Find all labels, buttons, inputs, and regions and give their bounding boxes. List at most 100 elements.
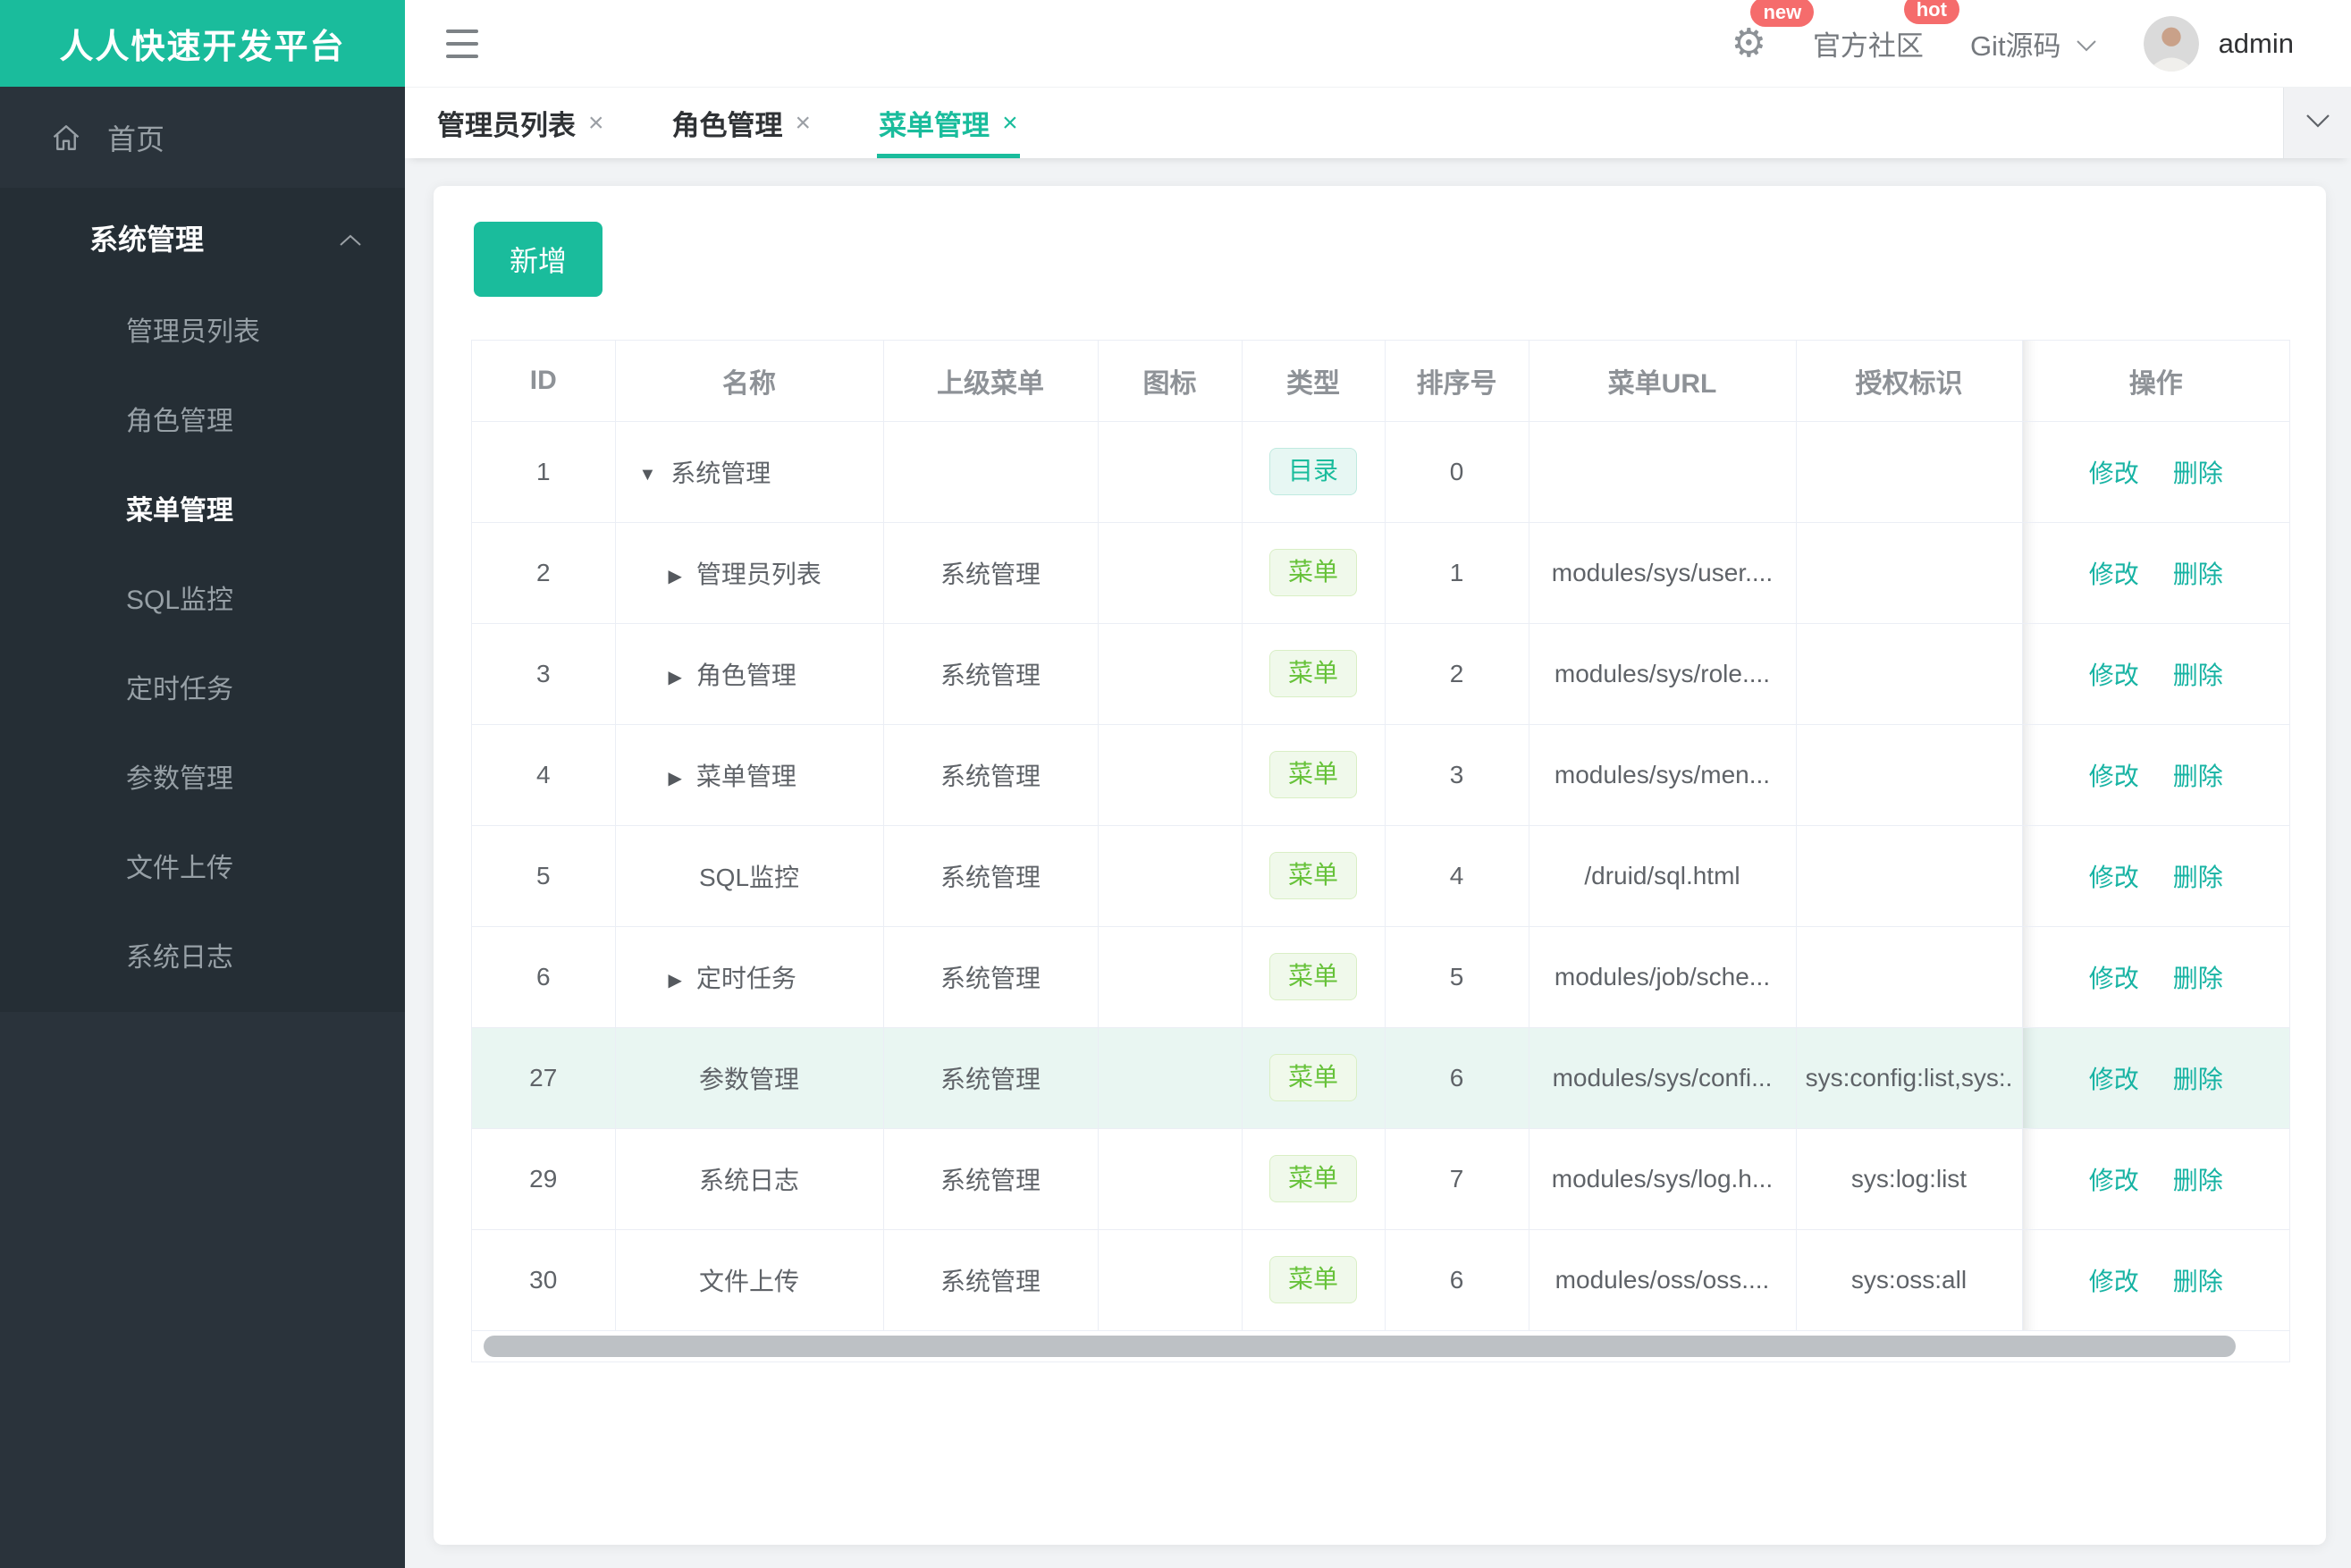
menu-name-label: 管理员列表 — [695, 560, 822, 588]
delete-link[interactable]: 删除 — [2173, 763, 2223, 790]
sidebar-item-2[interactable]: 菜单管理 — [0, 467, 405, 556]
cell-icon — [1098, 1027, 1243, 1129]
active-tab-underline — [877, 154, 1020, 158]
cell-parent-menu: 系统管理 — [883, 1128, 1099, 1230]
edit-link[interactable]: 修改 — [2089, 1066, 2139, 1093]
sidebar-item-3[interactable]: SQL监控 — [0, 556, 405, 645]
sidebar: 人人快速开发平台 首页 系统管理 管理员列表 角色管理 菜单管理 SQL监控 定时任务参… — [0, 0, 405, 1568]
avatar — [2143, 15, 2199, 72]
table-row[interactable]: 6 ▶ 定时任务 系统管理 菜单 5 modules/job/sche... 修改 删除 — [472, 926, 2289, 1028]
sidebar-item-home[interactable]: 首页 — [0, 87, 405, 188]
menu-name-label: 文件上传 — [698, 1267, 799, 1295]
edit-link[interactable]: 修改 — [2089, 763, 2139, 790]
cell-id: 6 — [472, 926, 616, 1028]
table-row[interactable]: 30 文件上传 系统管理 菜单 6 modules/oss/oss.... sys:oss:… — [472, 1229, 2289, 1331]
menu-name-label: 定时任务 — [695, 964, 796, 992]
cell-type: 菜单 — [1242, 825, 1386, 927]
cell-order: 7 — [1385, 1128, 1529, 1230]
table-row[interactable]: 2 ▶ 管理员列表 系统管理 菜单 1 modules/sys/user.... 修改 删除 — [472, 522, 2289, 624]
column-header-1: 名称 — [615, 341, 884, 422]
scrollbar-thumb[interactable] — [484, 1335, 2236, 1357]
cell-permission — [1796, 825, 2023, 927]
app-logo: 人人快速开发平台 — [0, 0, 405, 87]
caret-right-icon[interactable]: ▶ — [669, 971, 682, 991]
settings-button[interactable]: ⚙︎ new — [1731, 0, 1815, 63]
cell-order: 1 — [1385, 522, 1529, 624]
main-content: 新增 ID 名称 上级菜单 图标 类型 排序号 菜单URL 授权标识 操作 1 ▼ 系统管理 目录 0 修… — [405, 158, 2351, 1568]
tabs-dropdown-button[interactable] — [2283, 88, 2351, 158]
close-icon[interactable]: × — [796, 108, 812, 139]
column-header-3: 图标 — [1098, 341, 1243, 422]
table-row[interactable]: 4 ▶ 菜单管理 系统管理 菜单 3 modules/sys/men... 修改 删除 — [472, 724, 2289, 826]
edit-link[interactable]: 修改 — [2089, 459, 2139, 487]
close-icon[interactable]: × — [588, 108, 604, 139]
sidebar-item-7[interactable]: 系统日志 — [0, 914, 405, 1003]
cell-id: 4 — [472, 724, 616, 826]
type-tag: 菜单 — [1268, 852, 1357, 899]
menu-name-label: SQL监控 — [698, 863, 800, 891]
user-menu[interactable]: admin — [2143, 15, 2294, 72]
cell-name: 参数管理 — [615, 1027, 884, 1129]
cell-parent-menu: 系统管理 — [883, 1027, 1099, 1129]
table-row[interactable]: 5 SQL监控 系统管理 菜单 4/druid/sql.html 修改 删除 — [472, 825, 2289, 927]
cell-icon — [1098, 926, 1243, 1028]
cell-icon — [1098, 1229, 1243, 1331]
delete-link[interactable]: 删除 — [2173, 965, 2223, 992]
cell-icon — [1098, 1128, 1243, 1230]
tab-label: 管理员列表 — [437, 110, 576, 141]
cell-menu-url: modules/sys/role.... — [1529, 623, 1797, 725]
menu-management-panel: 新增 ID 名称 上级菜单 图标 类型 排序号 菜单URL 授权标识 操作 1 ▼ 系统管理 目录 0 修… — [434, 186, 2326, 1545]
tabbar-tabs: 管理员列表 × 角色管理 × 菜单管理 × — [405, 88, 2351, 158]
chevron-up-icon — [339, 222, 362, 255]
community-link[interactable]: 官方社区 hot — [1813, 0, 1959, 63]
cell-parent-menu: 系统管理 — [883, 522, 1099, 624]
sidebar-item-6[interactable]: 文件上传 — [0, 824, 405, 914]
caret-down-icon[interactable]: ▼ — [639, 465, 657, 485]
delete-link[interactable]: 删除 — [2173, 1268, 2223, 1295]
cell-type: 菜单 — [1242, 724, 1386, 826]
table-row[interactable]: 3 ▶ 角色管理 系统管理 菜单 2 modules/sys/role.... 修改 删除 — [472, 623, 2289, 725]
edit-link[interactable]: 修改 — [2089, 561, 2139, 588]
table-body: 1 ▼ 系统管理 目录 0 修改 删除 2 ▶ 管理员列表 系统管理 菜单 1 modules/sys/u… — [472, 421, 2289, 1331]
close-icon[interactable]: × — [1002, 108, 1018, 139]
tab-0[interactable]: 管理员列表 × — [435, 88, 606, 158]
caret-right-icon[interactable]: ▶ — [669, 769, 682, 788]
cell-name: SQL监控 — [615, 825, 884, 927]
tab-2[interactable]: 菜单管理 × — [877, 88, 1020, 158]
table-row[interactable]: 27 参数管理 系统管理 菜单 6 modules/sys/confi... sys:con… — [472, 1027, 2289, 1129]
delete-link[interactable]: 删除 — [2173, 1066, 2223, 1093]
cell-menu-url: modules/job/sche... — [1529, 926, 1797, 1028]
edit-link[interactable]: 修改 — [2089, 864, 2139, 891]
cell-permission: sys:oss:all — [1796, 1229, 2023, 1331]
cell-parent-menu: 系统管理 — [883, 623, 1099, 725]
caret-right-icon[interactable]: ▶ — [669, 567, 682, 586]
delete-link[interactable]: 删除 — [2173, 662, 2223, 689]
tab-1[interactable]: 角色管理 × — [670, 88, 813, 158]
table-row[interactable]: 1 ▼ 系统管理 目录 0 修改 删除 — [472, 421, 2289, 523]
caret-right-icon[interactable]: ▶ — [669, 668, 682, 687]
delete-link[interactable]: 删除 — [2173, 561, 2223, 588]
edit-link[interactable]: 修改 — [2089, 1268, 2139, 1295]
horizontal-scrollbar[interactable] — [472, 1330, 2289, 1361]
type-tag: 菜单 — [1268, 1256, 1357, 1303]
edit-link[interactable]: 修改 — [2089, 1167, 2139, 1194]
cell-id: 5 — [472, 825, 616, 927]
cell-icon — [1098, 724, 1243, 826]
table-row[interactable]: 29 系统日志 系统管理 菜单 7 modules/sys/log.h... sys:log… — [472, 1128, 2289, 1230]
edit-link[interactable]: 修改 — [2089, 965, 2139, 992]
delete-link[interactable]: 删除 — [2173, 459, 2223, 487]
sidebar-group-header[interactable]: 系统管理 — [0, 188, 405, 288]
edit-link[interactable]: 修改 — [2089, 662, 2139, 689]
cell-order: 0 — [1385, 421, 1529, 523]
sidebar-item-4[interactable]: 定时任务 — [0, 645, 405, 735]
cell-parent-menu: 系统管理 — [883, 1229, 1099, 1331]
type-tag: 菜单 — [1268, 1054, 1357, 1101]
add-button[interactable]: 新增 — [474, 222, 603, 297]
hamburger-icon[interactable] — [446, 30, 478, 58]
sidebar-item-5[interactable]: 参数管理 — [0, 735, 405, 824]
git-source-dropdown[interactable]: Git源码 — [1970, 23, 2097, 63]
delete-link[interactable]: 删除 — [2173, 1167, 2223, 1194]
sidebar-item-0[interactable]: 管理员列表 — [0, 288, 405, 377]
delete-link[interactable]: 删除 — [2173, 864, 2223, 891]
sidebar-item-1[interactable]: 角色管理 — [0, 377, 405, 467]
